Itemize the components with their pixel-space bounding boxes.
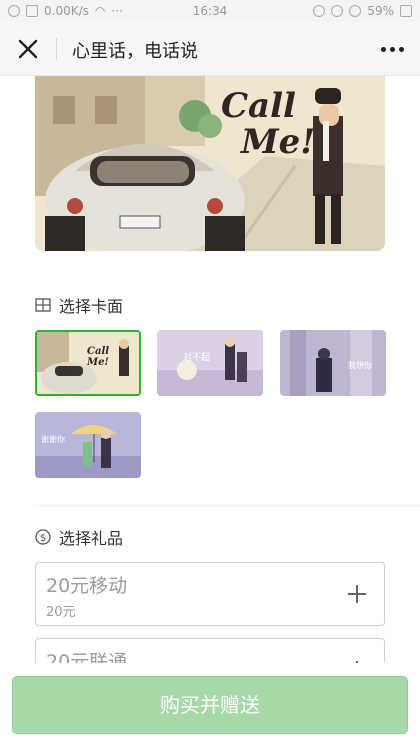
card-icon [35, 298, 51, 312]
card-section-label: 选择卡面 [59, 297, 124, 316]
hero-title-line1: Call [221, 86, 296, 126]
nav-separator [56, 38, 57, 60]
thumbnail-caption: 对不起 [183, 353, 211, 363]
hero-title-line2: Me! [241, 122, 316, 162]
svg-text:$: $ [40, 533, 46, 544]
card-thumbnail-miss-you[interactable]: 我想你 [280, 330, 386, 396]
close-button[interactable] [14, 35, 42, 63]
more-button[interactable] [378, 36, 406, 62]
thumbnail-caption: Call Me! [87, 346, 110, 368]
battery-icon [400, 5, 412, 17]
hero-card-preview: Call Me! [35, 76, 385, 251]
nav-bar: 心里话，电话说 [0, 22, 420, 76]
battery-percent: 59% [367, 4, 394, 18]
alarm-icon [331, 5, 344, 17]
more-dot-icon [398, 46, 404, 52]
status-right: 59% [313, 4, 412, 18]
rotation-icon [349, 5, 362, 17]
status-bar: 0.00K/s ◠ ··· 16:34 59% [0, 0, 420, 22]
section-divider [35, 505, 420, 506]
page-title: 心里话，电话说 [72, 41, 198, 62]
more-dot-icon [389, 46, 395, 52]
thumbnail-caption: 谢谢你 [41, 435, 65, 444]
plus-icon[interactable] [346, 583, 368, 605]
gift-name: 20元移动 [46, 575, 128, 597]
gift-section-heading: $ 选择礼品 [35, 525, 123, 549]
gift-section-label: 选择礼品 [59, 529, 124, 548]
thumbnail-image [157, 330, 263, 396]
gift-price: 20元 [46, 605, 76, 620]
coin-icon: $ [35, 529, 51, 545]
thumbnail-caption: 我想你 [348, 361, 372, 370]
card-thumbnail-sorry[interactable]: 对不起 [157, 330, 263, 396]
card-thumbnail-call-me[interactable]: Call Me! [35, 330, 141, 396]
card-thumbnail-thank-you[interactable]: 谢谢你 [35, 412, 141, 478]
card-section-heading: 选择卡面 [35, 293, 123, 317]
thumbnail-image [35, 412, 141, 478]
close-icon [18, 39, 38, 59]
buy-and-gift-button[interactable]: 购买并赠送 [12, 676, 408, 734]
gift-option-mobile[interactable]: 20元移动 20元 [35, 562, 385, 626]
hero-illustration [35, 76, 385, 251]
headset-icon [313, 5, 326, 17]
more-dot-icon [380, 46, 386, 52]
